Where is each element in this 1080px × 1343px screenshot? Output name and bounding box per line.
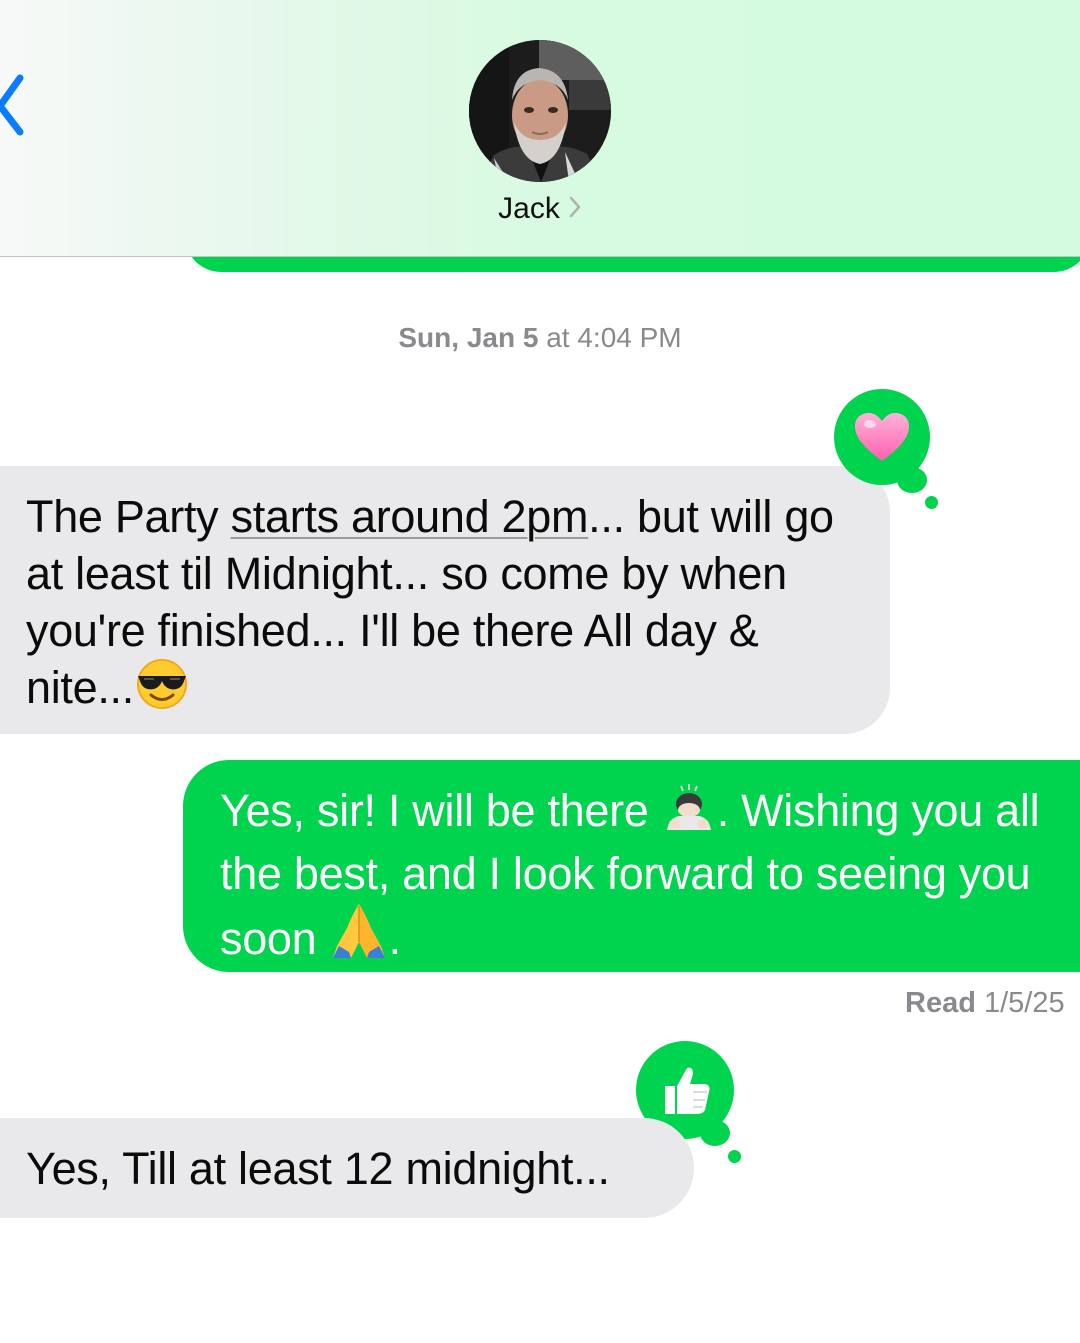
detected-date-link[interactable]: starts around 2pm [231,491,589,542]
message-text: The Party [26,491,231,542]
chevron-left-icon [0,74,24,136]
timestamp-connector: at [538,322,578,353]
conversation-header: Jack [0,0,1080,257]
read-label: Read [905,987,976,1019]
reaction-tail [925,496,938,509]
timestamp-day: Sun, Jan 5 [398,322,539,353]
message-text: . [388,913,402,964]
message-text: Yes, sir! I will be there [220,785,661,836]
incoming-message-bubble[interactable]: The Party starts around 2pm... but will … [0,466,890,734]
reaction-tail [897,467,927,493]
contact-name-button[interactable]: Jack [0,192,1080,227]
heart-icon [855,413,909,461]
avatar-photo [469,40,611,182]
contact-name: Jack [498,192,560,225]
back-button[interactable] [0,70,30,140]
folded-hands-emoji-icon [329,902,389,973]
read-date: 1/5/25 [983,987,1065,1019]
reaction-tail [700,1120,730,1146]
reaction-tail [728,1150,741,1163]
incoming-message-bubble[interactable]: Yes, Till at least 12 midnight... [0,1118,694,1218]
sunglasses-emoji-icon [134,659,190,722]
person-bowing-emoji-icon [661,782,717,845]
chevron-right-icon [568,193,582,227]
timestamp-time: 4:04 PM [577,322,682,353]
contact-avatar[interactable] [469,40,611,182]
read-receipt: Read 1/5/25 [905,987,1065,1020]
message-text: Yes, Till at least 12 midnight... [26,1143,610,1194]
message-timestamp: Sun, Jan 5 at 4:04 PM [0,322,1080,354]
outgoing-message-bubble[interactable]: Yes, sir! I will be there . Wishing you … [183,760,1080,972]
thumbs-up-icon [665,1067,710,1114]
